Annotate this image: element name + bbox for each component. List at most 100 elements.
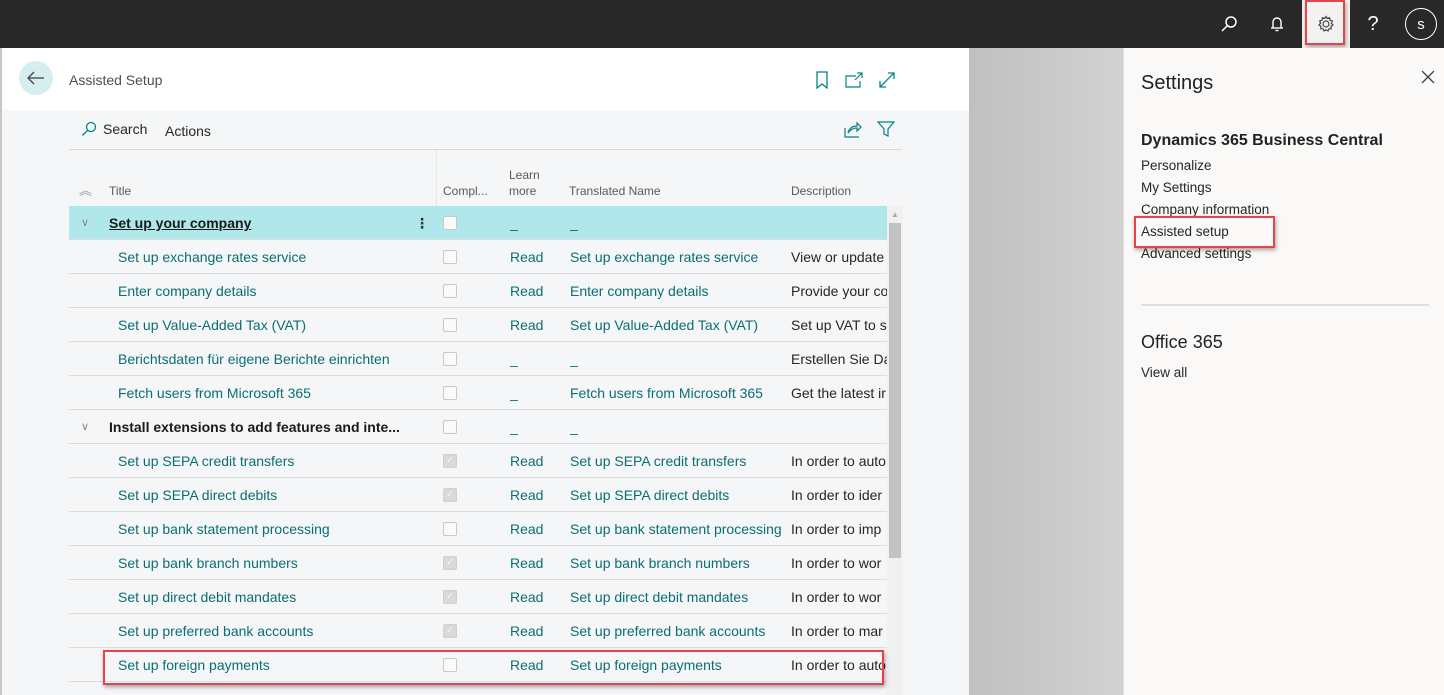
row-title-link[interactable]: Set up foreign payments: [118, 648, 438, 682]
learn-more-link[interactable]: _: [510, 342, 560, 376]
table-row[interactable]: Set up direct debit mandates Read Set up d…: [69, 580, 887, 614]
learn-more-link[interactable]: Read: [510, 546, 560, 580]
group-row[interactable]: ∨ Set up your company ⋮ _ _: [69, 206, 887, 240]
row-title-link[interactable]: Set up SEPA credit transfers: [118, 444, 438, 478]
chevron-down-icon[interactable]: ∨: [81, 206, 97, 240]
link-advanced-settings[interactable]: Advanced settings: [1141, 246, 1251, 261]
search-action[interactable]: Search: [81, 121, 147, 137]
row-title-link[interactable]: Set up bank statement processing: [118, 512, 438, 546]
column-header-completed[interactable]: Compl...: [443, 184, 488, 199]
filter-button[interactable]: [876, 120, 896, 143]
translated-name-link[interactable]: Enter company details: [570, 274, 790, 308]
table-row[interactable]: Berichtsdaten für eigene Berichte einric…: [69, 342, 887, 376]
translated-name-link[interactable]: Set up SEPA credit transfers: [570, 444, 790, 478]
back-button[interactable]: [19, 61, 53, 95]
completed-checkbox[interactable]: [443, 216, 457, 230]
translated-name-link[interactable]: Set up direct debit mandates: [570, 580, 790, 614]
learn-more-link[interactable]: Read: [510, 240, 560, 274]
completed-checkbox[interactable]: [443, 318, 457, 332]
group-row[interactable]: ∨ Install extensions to add features and …: [69, 410, 887, 444]
link-company-information[interactable]: Company information: [1141, 202, 1269, 217]
user-avatar-button[interactable]: s: [1397, 0, 1444, 48]
table-row[interactable]: Set up Value-Added Tax (VAT) Read Set up V…: [69, 308, 887, 342]
translated-name-link[interactable]: _: [570, 206, 790, 240]
learn-more-link[interactable]: Read: [510, 308, 560, 342]
row-title-link[interactable]: Set up bank branch numbers: [118, 546, 438, 580]
row-title-link[interactable]: Set up preferred bank accounts: [118, 614, 438, 648]
table-row[interactable]: Set up bank statement processing Read Set …: [69, 512, 887, 546]
settings-button[interactable]: [1302, 0, 1350, 48]
learn-more-link[interactable]: Read: [510, 648, 560, 682]
learn-more-link[interactable]: _: [510, 410, 560, 444]
translated-name-link[interactable]: Set up Value-Added Tax (VAT): [570, 308, 790, 342]
expand-button[interactable]: [877, 70, 897, 90]
translated-name-link[interactable]: Set up exchange rates service: [570, 240, 790, 274]
learn-more-link[interactable]: _: [510, 376, 560, 410]
row-more-options-icon[interactable]: ⋮: [415, 206, 425, 240]
learn-more-link[interactable]: Read: [510, 580, 560, 614]
column-header-translated-name[interactable]: Translated Name: [569, 184, 661, 199]
table-row[interactable]: Set up exchange rates service Read Set up …: [69, 240, 887, 274]
completed-checkbox[interactable]: [443, 386, 457, 400]
modal-overlay[interactable]: [969, 48, 1123, 695]
link-personalize[interactable]: Personalize: [1141, 158, 1212, 173]
completed-checkbox[interactable]: [443, 352, 457, 366]
column-header-title[interactable]: Title: [109, 184, 131, 199]
close-button[interactable]: [1421, 70, 1435, 89]
row-title-link[interactable]: Set up Value-Added Tax (VAT): [118, 308, 438, 342]
translated-name-link[interactable]: _: [570, 342, 790, 376]
completed-checkbox[interactable]: [443, 420, 457, 434]
scroll-thumb[interactable]: [889, 223, 901, 558]
completed-checkbox[interactable]: [443, 488, 457, 502]
table-row[interactable]: Enter company details Read Enter company d…: [69, 274, 887, 308]
table-row[interactable]: Set up bank branch numbers Read Set up ban…: [69, 546, 887, 580]
share-button[interactable]: [844, 120, 862, 143]
completed-checkbox[interactable]: [443, 658, 457, 672]
row-title-link[interactable]: Install extensions to add features and i…: [109, 410, 429, 444]
table-row[interactable]: Set up foreign payments Read Set up foreig…: [69, 648, 887, 682]
row-title-link[interactable]: Set up exchange rates service: [118, 240, 438, 274]
translated-name-link[interactable]: Set up preferred bank accounts: [570, 614, 790, 648]
completed-checkbox[interactable]: [443, 556, 457, 570]
column-header-learn-more-line2[interactable]: more: [509, 184, 536, 199]
link-my-settings[interactable]: My Settings: [1141, 180, 1212, 195]
translated-name-link[interactable]: Fetch users from Microsoft 365: [570, 376, 790, 410]
learn-more-link[interactable]: Read: [510, 512, 560, 546]
completed-checkbox[interactable]: [443, 522, 457, 536]
notifications-button[interactable]: [1253, 0, 1301, 48]
table-row[interactable]: Set up SEPA direct debits Read Set up SEPA…: [69, 478, 887, 512]
table-row[interactable]: Set up preferred bank accounts Read Set up…: [69, 614, 887, 648]
translated-name-link[interactable]: Set up bank branch numbers: [570, 546, 790, 580]
row-title-link[interactable]: Set up SEPA direct debits: [118, 478, 438, 512]
row-title-link[interactable]: Fetch users from Microsoft 365: [118, 376, 438, 410]
link-assisted-setup[interactable]: Assisted setup: [1141, 224, 1229, 239]
bookmark-button[interactable]: [812, 70, 832, 90]
row-title-link[interactable]: Set up your company: [109, 206, 429, 240]
translated-name-link[interactable]: Set up foreign payments: [570, 648, 790, 682]
row-title-link[interactable]: Enter company details: [118, 274, 438, 308]
search-button[interactable]: [1205, 0, 1253, 48]
learn-more-link[interactable]: Read: [510, 614, 560, 648]
collapse-all-icon[interactable]: ︽: [79, 183, 92, 198]
translated-name-link[interactable]: _: [570, 410, 790, 444]
row-title-link[interactable]: Berichtsdaten für eigene Berichte einric…: [118, 342, 438, 376]
help-button[interactable]: ?: [1349, 0, 1397, 48]
row-title-link[interactable]: Set up direct debit mandates: [118, 580, 438, 614]
learn-more-link[interactable]: _: [510, 206, 560, 240]
learn-more-link[interactable]: Read: [510, 478, 560, 512]
column-header-description[interactable]: Description: [791, 184, 851, 199]
completed-checkbox[interactable]: [443, 284, 457, 298]
link-view-all[interactable]: View all: [1141, 365, 1187, 380]
translated-name-link[interactable]: Set up SEPA direct debits: [570, 478, 790, 512]
grid-scrollbar[interactable]: ▲: [887, 206, 903, 695]
chevron-down-icon[interactable]: ∨: [81, 410, 97, 444]
open-new-window-button[interactable]: [844, 70, 864, 90]
column-header-learn-more-line1[interactable]: Learn: [509, 168, 540, 183]
completed-checkbox[interactable]: [443, 454, 457, 468]
table-row[interactable]: Set up SEPA credit transfers Read Set up S…: [69, 444, 887, 478]
learn-more-link[interactable]: Read: [510, 444, 560, 478]
completed-checkbox[interactable]: [443, 624, 457, 638]
translated-name-link[interactable]: Set up bank statement processing: [570, 512, 790, 546]
completed-checkbox[interactable]: [443, 590, 457, 604]
completed-checkbox[interactable]: [443, 250, 457, 264]
